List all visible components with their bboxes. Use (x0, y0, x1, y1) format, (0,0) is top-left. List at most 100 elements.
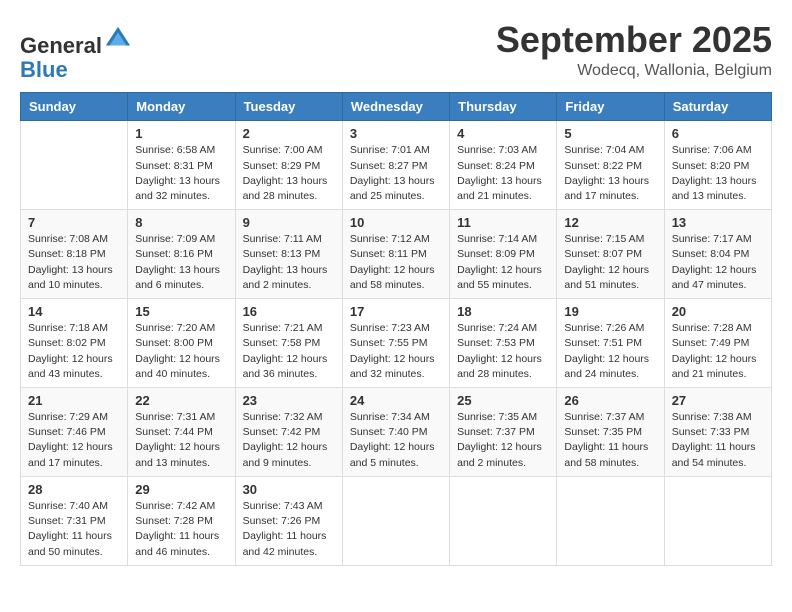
day-number: 14 (28, 304, 120, 319)
calendar-cell: 3 Sunrise: 7:01 AMSunset: 8:27 PMDaylight… (342, 121, 449, 210)
logo-icon (104, 25, 132, 53)
week-row-5: 28 Sunrise: 7:40 AMSunset: 7:31 PMDayligh… (21, 476, 772, 565)
day-number: 21 (28, 393, 120, 408)
day-number: 22 (135, 393, 227, 408)
calendar-cell: 4 Sunrise: 7:03 AMSunset: 8:24 PMDaylight… (450, 121, 557, 210)
day-info: Sunrise: 7:21 AMSunset: 7:58 PMDaylight:… (243, 321, 335, 382)
calendar-cell: 14 Sunrise: 7:18 AMSunset: 8:02 PMDayligh… (21, 299, 128, 388)
weekday-header-friday: Friday (557, 93, 664, 121)
calendar-cell: 9Sunrise: 7:11 AMSunset: 8:13 PMDaylight… (235, 210, 342, 299)
day-number: 24 (350, 393, 442, 408)
day-info: Sunrise: 7:40 AMSunset: 7:31 PMDaylight:… (28, 499, 120, 560)
day-number: 28 (28, 482, 120, 497)
calendar-cell: 21Sunrise: 7:29 AMSunset: 7:46 PMDayligh… (21, 388, 128, 477)
calendar-cell: 11 Sunrise: 7:14 AMSunset: 8:09 PMDayligh… (450, 210, 557, 299)
day-number: 3 (350, 126, 442, 141)
logo-general-text: General (20, 33, 102, 58)
calendar-cell: 29Sunrise: 7:42 AMSunset: 7:28 PMDayligh… (128, 476, 235, 565)
calendar-cell: 6 Sunrise: 7:06 AMSunset: 8:20 PMDaylight… (664, 121, 771, 210)
day-number: 5 (564, 126, 656, 141)
calendar-cell: 30 Sunrise: 7:43 AMSunset: 7:26 PMDayligh… (235, 476, 342, 565)
day-number: 30 (243, 482, 335, 497)
calendar-cell: 17 Sunrise: 7:23 AMSunset: 7:55 PMDayligh… (342, 299, 449, 388)
weekday-header-sunday: Sunday (21, 93, 128, 121)
week-row-4: 21Sunrise: 7:29 AMSunset: 7:46 PMDayligh… (21, 388, 772, 477)
day-info: Sunrise: 7:09 AMSunset: 8:16 PMDaylight:… (135, 232, 227, 293)
day-info: Sunrise: 7:24 AMSunset: 7:53 PMDaylight:… (457, 321, 549, 382)
calendar-cell: 7Sunrise: 7:08 AMSunset: 8:18 PMDaylight… (21, 210, 128, 299)
calendar-cell (450, 476, 557, 565)
day-info: Sunrise: 7:17 AMSunset: 8:04 PMDaylight:… (672, 232, 764, 293)
day-info: Sunrise: 7:37 AMSunset: 7:35 PMDaylight:… (564, 410, 656, 471)
day-number: 19 (564, 304, 656, 319)
day-info: Sunrise: 7:42 AMSunset: 7:28 PMDaylight:… (135, 499, 227, 560)
day-number: 23 (243, 393, 335, 408)
calendar-cell: 25Sunrise: 7:35 AMSunset: 7:37 PMDayligh… (450, 388, 557, 477)
day-info: Sunrise: 7:11 AMSunset: 8:13 PMDaylight:… (243, 232, 335, 293)
calendar-cell: 18Sunrise: 7:24 AMSunset: 7:53 PMDayligh… (450, 299, 557, 388)
day-info: Sunrise: 7:38 AMSunset: 7:33 PMDaylight:… (672, 410, 764, 471)
weekday-header-row: SundayMondayTuesdayWednesdayThursdayFrid… (21, 93, 772, 121)
day-number: 1 (135, 126, 227, 141)
calendar-cell: 19 Sunrise: 7:26 AMSunset: 7:51 PMDayligh… (557, 299, 664, 388)
day-number: 12 (564, 215, 656, 230)
calendar-cell (21, 121, 128, 210)
day-number: 6 (672, 126, 764, 141)
day-info: Sunrise: 7:43 AMSunset: 7:26 PMDaylight:… (243, 499, 335, 560)
week-row-3: 14 Sunrise: 7:18 AMSunset: 8:02 PMDayligh… (21, 299, 772, 388)
calendar-cell: 26 Sunrise: 7:37 AMSunset: 7:35 PMDayligh… (557, 388, 664, 477)
day-info: Sunrise: 7:31 AMSunset: 7:44 PMDaylight:… (135, 410, 227, 471)
calendar-cell: 24 Sunrise: 7:34 AMSunset: 7:40 PMDayligh… (342, 388, 449, 477)
calendar-table: SundayMondayTuesdayWednesdayThursdayFrid… (20, 92, 772, 565)
calendar-cell (342, 476, 449, 565)
calendar-cell (664, 476, 771, 565)
day-info: Sunrise: 7:01 AMSunset: 8:27 PMDaylight:… (350, 143, 442, 204)
calendar-cell: 20Sunrise: 7:28 AMSunset: 7:49 PMDayligh… (664, 299, 771, 388)
day-number: 17 (350, 304, 442, 319)
day-number: 16 (243, 304, 335, 319)
day-info: Sunrise: 7:12 AMSunset: 8:11 PMDaylight:… (350, 232, 442, 293)
day-info: Sunrise: 7:20 AMSunset: 8:00 PMDaylight:… (135, 321, 227, 382)
day-number: 26 (564, 393, 656, 408)
calendar-cell: 12 Sunrise: 7:15 AMSunset: 8:07 PMDayligh… (557, 210, 664, 299)
weekday-header-saturday: Saturday (664, 93, 771, 121)
calendar-cell: 13 Sunrise: 7:17 AMSunset: 8:04 PMDayligh… (664, 210, 771, 299)
week-row-1: 1 Sunrise: 6:58 AMSunset: 8:31 PMDaylight… (21, 121, 772, 210)
day-number: 10 (350, 215, 442, 230)
day-number: 2 (243, 126, 335, 141)
page-header: General Blue September 2025 Wodecq, Wall… (20, 20, 772, 82)
day-info: Sunrise: 7:15 AMSunset: 8:07 PMDaylight:… (564, 232, 656, 293)
calendar-cell: 5Sunrise: 7:04 AMSunset: 8:22 PMDaylight… (557, 121, 664, 210)
weekday-header-monday: Monday (128, 93, 235, 121)
day-number: 8 (135, 215, 227, 230)
day-number: 11 (457, 215, 549, 230)
day-number: 25 (457, 393, 549, 408)
day-info: Sunrise: 7:08 AMSunset: 8:18 PMDaylight:… (28, 232, 120, 293)
day-info: Sunrise: 7:32 AMSunset: 7:42 PMDaylight:… (243, 410, 335, 471)
calendar-cell: 15 Sunrise: 7:20 AMSunset: 8:00 PMDayligh… (128, 299, 235, 388)
day-info: Sunrise: 6:58 AMSunset: 8:31 PMDaylight:… (135, 143, 227, 204)
day-info: Sunrise: 7:18 AMSunset: 8:02 PMDaylight:… (28, 321, 120, 382)
calendar-cell: 28 Sunrise: 7:40 AMSunset: 7:31 PMDayligh… (21, 476, 128, 565)
day-number: 4 (457, 126, 549, 141)
day-info: Sunrise: 7:06 AMSunset: 8:20 PMDaylight:… (672, 143, 764, 204)
day-number: 15 (135, 304, 227, 319)
day-number: 13 (672, 215, 764, 230)
day-info: Sunrise: 7:26 AMSunset: 7:51 PMDaylight:… (564, 321, 656, 382)
calendar-cell: 22 Sunrise: 7:31 AMSunset: 7:44 PMDayligh… (128, 388, 235, 477)
day-info: Sunrise: 7:23 AMSunset: 7:55 PMDaylight:… (350, 321, 442, 382)
day-number: 27 (672, 393, 764, 408)
day-number: 20 (672, 304, 764, 319)
logo: General Blue (20, 25, 132, 82)
weekday-header-thursday: Thursday (450, 93, 557, 121)
calendar-cell: 8 Sunrise: 7:09 AMSunset: 8:16 PMDaylight… (128, 210, 235, 299)
day-info: Sunrise: 7:03 AMSunset: 8:24 PMDaylight:… (457, 143, 549, 204)
calendar-cell: 1 Sunrise: 6:58 AMSunset: 8:31 PMDaylight… (128, 121, 235, 210)
calendar-cell: 2Sunrise: 7:00 AMSunset: 8:29 PMDaylight… (235, 121, 342, 210)
location-title: Wodecq, Wallonia, Belgium (496, 62, 772, 80)
day-info: Sunrise: 7:34 AMSunset: 7:40 PMDaylight:… (350, 410, 442, 471)
weekday-header-wednesday: Wednesday (342, 93, 449, 121)
calendar-cell: 16 Sunrise: 7:21 AMSunset: 7:58 PMDayligh… (235, 299, 342, 388)
title-block: September 2025 Wodecq, Wallonia, Belgium (496, 20, 772, 80)
day-info: Sunrise: 7:14 AMSunset: 8:09 PMDaylight:… (457, 232, 549, 293)
